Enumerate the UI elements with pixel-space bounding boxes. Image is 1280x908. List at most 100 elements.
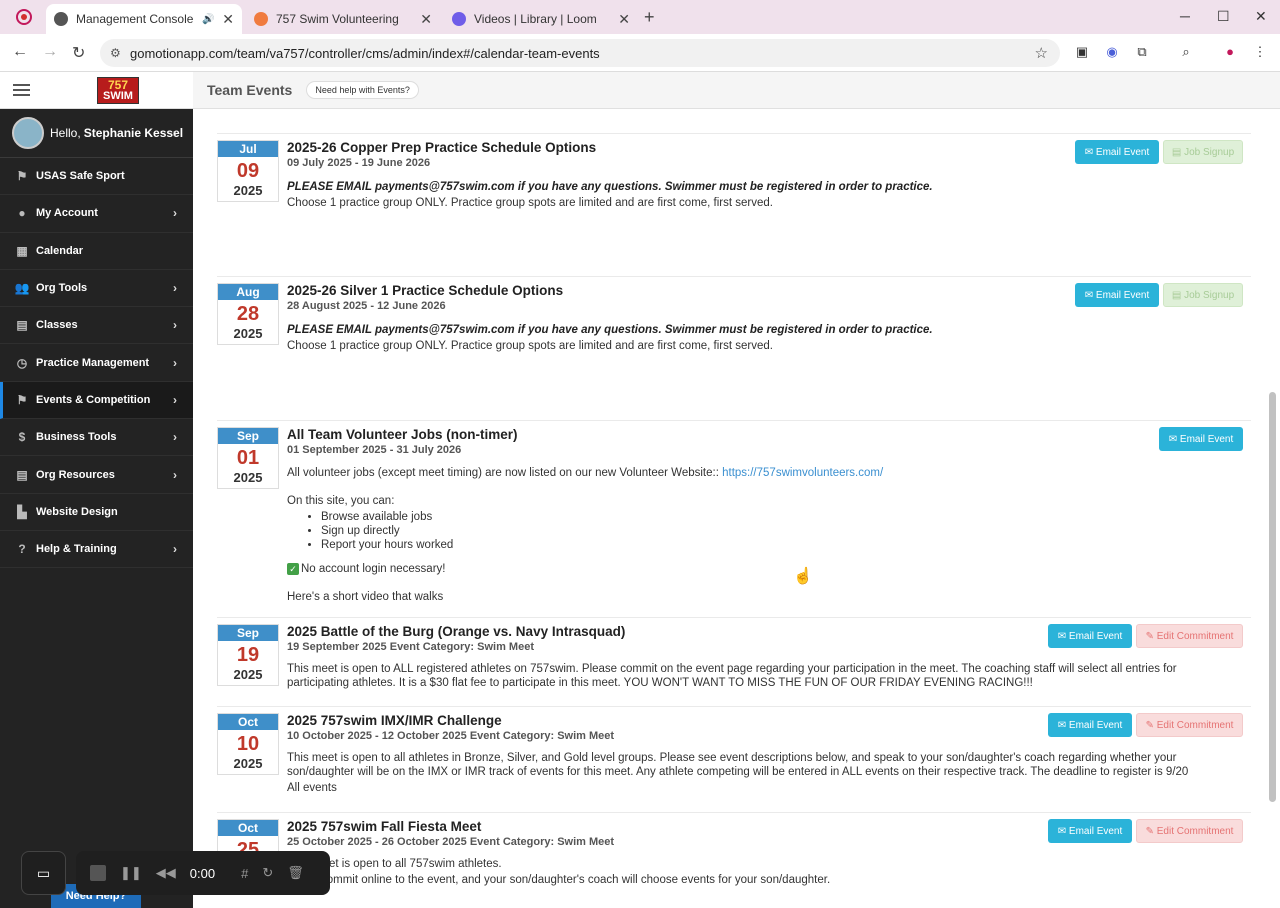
scrollbar-thumb[interactable] <box>1269 392 1276 802</box>
job-signup-button[interactable]: ▤ Job Signup <box>1163 283 1243 307</box>
pause-icon[interactable]: ❚❚ <box>120 865 142 881</box>
forward-icon[interactable]: → <box>42 43 58 61</box>
events-help-button[interactable]: Need help with Events? <box>306 81 419 99</box>
url-field[interactable]: ⚙ gomotionapp.com/team/va757/controller/… <box>100 39 1060 67</box>
edit-commitment-button[interactable]: ✎ Edit Commitment <box>1136 713 1243 737</box>
flag-icon: ⚑ <box>16 392 28 407</box>
address-bar-row: ← → ↻ ⚙ gomotionapp.com/team/va757/contr… <box>0 34 1280 93</box>
sidebar-item-my-account[interactable]: ● My Account › <box>0 195 193 233</box>
event-row: Sep 01 2025 All Team Volunteer Jobs (non… <box>217 420 1251 617</box>
edit-commitment-button[interactable]: ✎ Edit Commitment <box>1136 624 1243 648</box>
event-notice: PLEASE EMAIL payments@757swim.com if you… <box>287 181 933 193</box>
event-row: Jul 09 2025 2025-26 Copper Prep Practice… <box>217 133 1251 276</box>
sidebar-item-business-tools[interactable]: $ Business Tools › <box>0 419 193 457</box>
puzzle-icon[interactable]: ⧉ <box>1134 44 1150 60</box>
clipboard-icon: ▤ <box>1171 146 1185 158</box>
sidebar-item-label: Events & Competition <box>36 393 151 406</box>
reload-icon[interactable]: ↻ <box>72 43 85 63</box>
email-event-button[interactable]: ✉ Email Event <box>1048 713 1132 737</box>
speaker-icon[interactable]: 🔊 <box>202 14 214 25</box>
globe-icon <box>54 12 68 26</box>
restart-icon[interactable]: ↻ <box>262 865 273 881</box>
volunteer-site-icon <box>254 12 268 26</box>
sidebar-item-org-tools[interactable]: 👥 Org Tools › <box>0 270 193 308</box>
chevron-right-icon: › <box>173 318 177 333</box>
envelope-icon: ✉ <box>1057 630 1069 642</box>
sidebar-item-label: Website Design <box>36 505 118 518</box>
new-tab-button[interactable]: + <box>644 7 655 28</box>
event-description: Choose 1 practice group ONLY. Practice g… <box>287 340 773 352</box>
edit-commitment-button[interactable]: ✎ Edit Commitment <box>1136 819 1243 843</box>
event-description: et is open to all 757swim athletes. <box>329 858 502 870</box>
back-icon[interactable]: ← <box>12 43 28 61</box>
sidebar-item-help-training[interactable]: ? Help & Training › <box>0 531 193 569</box>
sidebar-item-website-design[interactable]: ▙ Website Design <box>0 494 193 531</box>
team-logo[interactable]: 757 SWIM <box>97 77 139 104</box>
email-event-button[interactable]: ✉ Email Event <box>1159 427 1243 451</box>
profile-icon[interactable]: ● <box>1222 44 1238 60</box>
sidebar-item-practice-management[interactable]: ◷ Practice Management › <box>0 344 193 382</box>
close-tab-icon[interactable]: ✕ <box>618 11 630 28</box>
sidebar-item-org-resources[interactable]: ▤ Org Resources › <box>0 456 193 494</box>
menu-dots-icon[interactable]: ⋮ <box>1252 44 1268 60</box>
recording-indicator-icon[interactable] <box>16 9 32 25</box>
event-date-badge: Oct 10 2025 <box>217 713 279 775</box>
job-signup-button[interactable]: ▤ Job Signup <box>1163 140 1243 164</box>
hamburger-menu-icon[interactable] <box>13 84 30 96</box>
rewind-icon[interactable]: ◀◀ <box>156 865 176 881</box>
email-event-button[interactable]: ✉ Email Event <box>1075 283 1159 307</box>
chevron-right-icon: › <box>173 430 177 445</box>
list-item: Report your hours worked <box>321 538 1207 552</box>
clipboard-icon: ▤ <box>1171 289 1185 301</box>
grid-icon[interactable]: # <box>241 866 248 881</box>
event-date-badge: Aug 28 2025 <box>217 283 279 345</box>
close-tab-icon[interactable]: ✕ <box>420 11 432 28</box>
tab-swim-volunteering[interactable]: 757 Swim Volunteering ✕ <box>246 4 440 34</box>
list-item: Browse available jobs <box>321 510 1207 524</box>
volunteer-website-link[interactable]: https://757swimvolunteers.com/ <box>722 467 883 479</box>
maximize-icon[interactable]: ☐ <box>1217 8 1230 25</box>
minimize-icon[interactable]: ─ <box>1180 8 1190 24</box>
event-date-badge: Sep 19 2025 <box>217 624 279 686</box>
envelope-icon: ✉ <box>1084 146 1096 158</box>
email-event-button[interactable]: ✉ Email Event <box>1048 819 1132 843</box>
event-row: Sep 19 2025 2025 Battle of the Burg (Ora… <box>217 617 1251 706</box>
sidebar-item-label: Help & Training <box>36 543 117 556</box>
recording-timer: 0:00 <box>189 865 216 881</box>
envelope-icon: ✉ <box>1057 825 1069 837</box>
site-info-icon[interactable]: ⚙ <box>110 46 121 60</box>
email-event-button[interactable]: ✉ Email Event <box>1048 624 1132 648</box>
sidebar-item-label: Practice Management <box>36 356 150 369</box>
bookmark-star-icon[interactable]: ☆ <box>1035 44 1048 62</box>
event-intro: On this site, you can: <box>287 495 395 507</box>
event-description: This meet is open to ALL registered athl… <box>287 663 1177 689</box>
window-close-icon[interactable]: ✕ <box>1255 8 1267 25</box>
tab-loom[interactable]: Videos | Library | Loom ✕ <box>444 4 638 34</box>
edit-icon: ✎ <box>1145 825 1157 837</box>
trash-icon[interactable]: 🗑 <box>287 865 304 881</box>
sidebar-item-label: My Account <box>36 207 98 220</box>
event-title[interactable]: 2025-26 Copper Prep Practice Schedule Op… <box>287 140 1207 155</box>
camera-toggle-icon[interactable]: ▭ <box>21 851 66 895</box>
event-row: Aug 28 2025 2025-26 Silver 1 Practice Sc… <box>217 276 1251 420</box>
sidebar-item-classes[interactable]: ▤ Classes › <box>0 307 193 345</box>
event-description-2: All events <box>287 782 337 794</box>
envelope-icon: ✉ <box>1084 289 1096 301</box>
event-title[interactable]: All Team Volunteer Jobs (non-timer) <box>287 427 1207 442</box>
tab-management-console[interactable]: Management Console - 757 🔊 ✕ <box>46 4 242 34</box>
sidebar-item-events-competition[interactable]: ⚑ Events & Competition › <box>0 381 193 420</box>
extension-icon[interactable]: ◉ <box>1104 44 1120 60</box>
recorder-controls: ❚❚ ◀◀ 0:00 # ↻ 🗑 <box>76 851 330 895</box>
extension-icon[interactable]: ▣ <box>1074 44 1090 60</box>
close-tab-icon[interactable]: ✕ <box>222 11 234 28</box>
sidebar-item-label: Calendar <box>36 244 84 257</box>
sidebar-item-usas-safe-sport[interactable]: ⚑ USAS Safe Sport <box>0 158 193 196</box>
sidebar-item-calendar[interactable]: ▦ Calendar <box>0 233 193 270</box>
event-title[interactable]: 2025-26 Silver 1 Practice Schedule Optio… <box>287 283 1207 298</box>
event-video-text: Here's a short video that walks <box>287 591 444 603</box>
tab-search-icon[interactable]: ⌕ <box>1178 44 1194 60</box>
stop-icon[interactable] <box>90 865 106 881</box>
safesport-icon: ⚑ <box>16 169 28 184</box>
user-profile-link[interactable]: Hello, Stephanie Kessel › <box>0 109 193 158</box>
email-event-button[interactable]: ✉ Email Event <box>1075 140 1159 164</box>
